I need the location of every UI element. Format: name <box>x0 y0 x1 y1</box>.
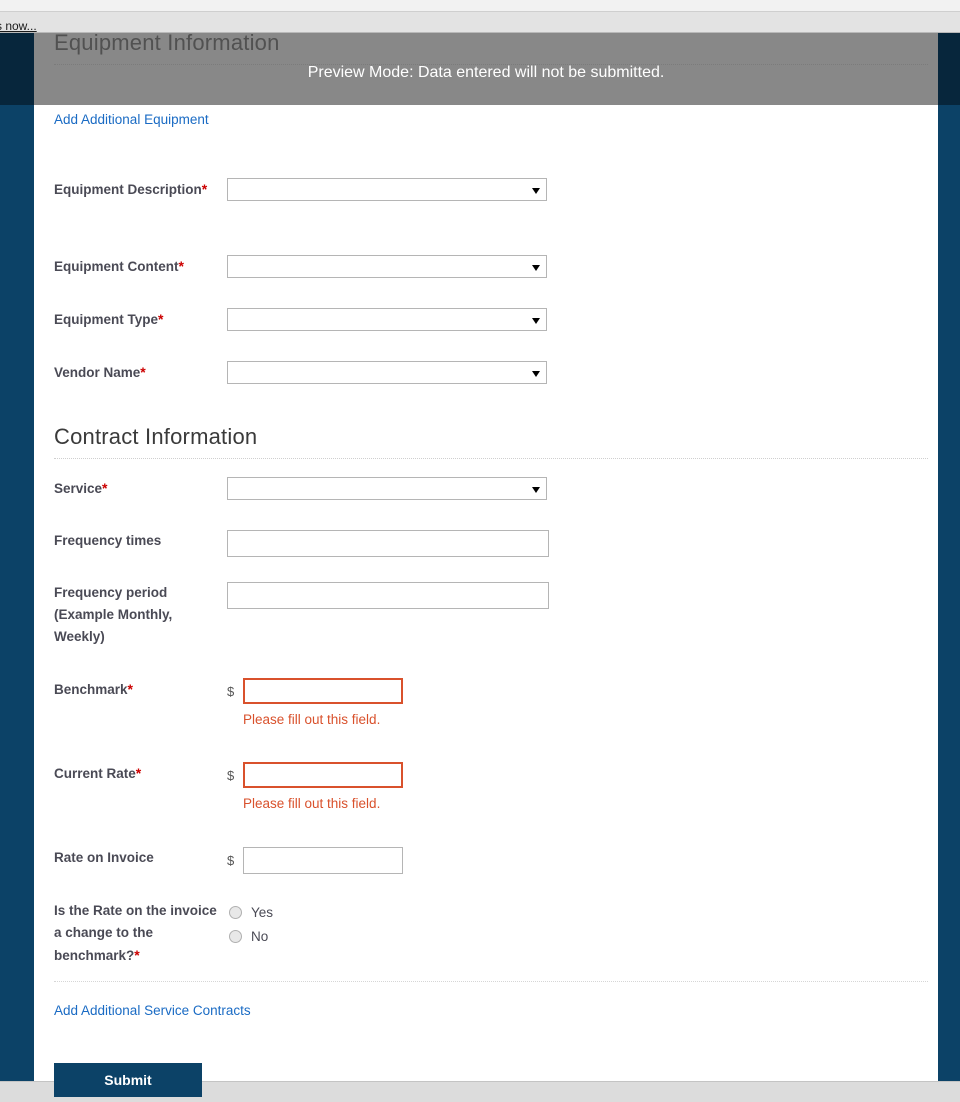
add-additional-equipment-link[interactable]: Add Additional Equipment <box>54 112 209 127</box>
money-line-current-rate: $ <box>227 762 403 788</box>
radio-option-no[interactable]: No <box>229 924 273 948</box>
radio-button-icon-yes[interactable] <box>229 905 242 919</box>
control-rate-change-radios: Yes No <box>229 900 273 948</box>
required-asterisk: * <box>127 681 133 697</box>
required-asterisk: * <box>201 181 208 197</box>
label-vendor-name-text: Vendor Name <box>54 365 141 380</box>
submit-button[interactable]: Submit <box>54 1063 202 1097</box>
label-equipment-description: Equipment Description* <box>54 178 222 201</box>
select-equipment-content[interactable] <box>227 255 547 278</box>
radio-option-yes[interactable]: Yes <box>229 900 273 924</box>
input-benchmark[interactable] <box>243 678 403 704</box>
input-frequency-period[interactable] <box>227 582 549 609</box>
control-equipment-type <box>227 308 547 331</box>
radio-label-yes: Yes <box>251 904 274 920</box>
radio-button-icon-no[interactable] <box>229 929 242 943</box>
browser-toolbar: s now... <box>0 0 960 33</box>
required-asterisk: * <box>134 947 140 963</box>
left-navy-rail-header <box>0 33 34 105</box>
select-wrap-service <box>227 477 547 500</box>
select-wrap-equipment-description <box>227 178 547 201</box>
label-equipment-type: Equipment Type* <box>54 308 222 331</box>
preview-mode-overlay: Preview Mode: Data entered will not be s… <box>34 33 938 105</box>
label-rate-change-question: Is the Rate on the invoice a change to t… <box>54 900 219 967</box>
select-wrap-vendor-name <box>227 361 547 384</box>
input-current-rate[interactable] <box>243 762 403 788</box>
label-equipment-content-text: Equipment Content <box>54 259 179 274</box>
right-navy-rail <box>938 33 960 1081</box>
label-frequency-times: Frequency times <box>54 533 162 548</box>
control-rate-on-invoice: $ <box>227 847 403 874</box>
money-line-benchmark: $ <box>227 678 403 704</box>
control-frequency-period <box>227 582 549 609</box>
required-asterisk: * <box>135 765 142 781</box>
radio-label-no: No <box>251 928 269 944</box>
select-wrap-equipment-content <box>227 255 547 278</box>
select-vendor-name[interactable] <box>227 361 547 384</box>
control-benchmark: $ Please fill out this field. <box>227 678 403 727</box>
left-navy-rail <box>0 33 34 1081</box>
required-asterisk: * <box>178 258 184 274</box>
required-asterisk: * <box>158 311 164 327</box>
control-current-rate: $ Please fill out this field. <box>227 762 403 811</box>
label-vendor-name: Vendor Name* <box>54 361 222 384</box>
section-divider <box>54 981 928 982</box>
currency-prefix-current-rate: $ <box>227 767 235 783</box>
select-equipment-type[interactable] <box>227 308 547 331</box>
input-rate-on-invoice[interactable] <box>243 847 403 874</box>
required-asterisk: * <box>102 480 108 496</box>
tab-remnant-link[interactable]: s now... <box>0 19 37 33</box>
label-rate-on-invoice: Rate on Invoice <box>54 850 154 865</box>
browser-titlebar <box>0 0 960 12</box>
currency-prefix-rate-on-invoice: $ <box>227 853 235 868</box>
control-equipment-description <box>227 178 547 201</box>
label-benchmark: Benchmark* <box>54 678 222 701</box>
control-vendor-name <box>227 361 547 384</box>
select-equipment-description[interactable] <box>227 178 547 201</box>
control-frequency-times <box>227 530 549 557</box>
label-service: Service* <box>54 477 222 500</box>
validation-error-benchmark: Please fill out this field. <box>243 712 381 727</box>
label-current-rate: Current Rate* <box>54 762 222 785</box>
validation-error-current-rate: Please fill out this field. <box>243 796 381 811</box>
money-line-rate-on-invoice: $ <box>227 847 403 874</box>
browser-window: s now... Equipment Information Preview M… <box>0 0 960 1102</box>
preview-mode-message: Preview Mode: Data entered will not be s… <box>307 64 665 81</box>
label-equipment-description-text: Equipment Description <box>54 182 202 197</box>
add-additional-service-contracts-link[interactable]: Add Additional Service Contracts <box>54 1003 251 1018</box>
label-service-text: Service <box>54 481 103 496</box>
right-navy-rail-header <box>938 33 960 105</box>
label-frequency-period: Frequency period (Example Monthly, Weekl… <box>54 585 173 644</box>
control-service <box>227 477 547 500</box>
select-service[interactable] <box>227 477 547 500</box>
label-equipment-content: Equipment Content* <box>54 255 222 278</box>
label-benchmark-text: Benchmark <box>54 682 128 697</box>
select-wrap-equipment-type <box>227 308 547 331</box>
required-asterisk: * <box>140 364 146 380</box>
contract-section-heading: Contract Information <box>54 424 928 459</box>
control-equipment-content <box>227 255 547 278</box>
label-equipment-type-text: Equipment Type <box>54 312 159 327</box>
label-current-rate-text: Current Rate <box>54 766 136 781</box>
currency-prefix-benchmark: $ <box>227 683 235 699</box>
input-frequency-times[interactable] <box>227 530 549 557</box>
